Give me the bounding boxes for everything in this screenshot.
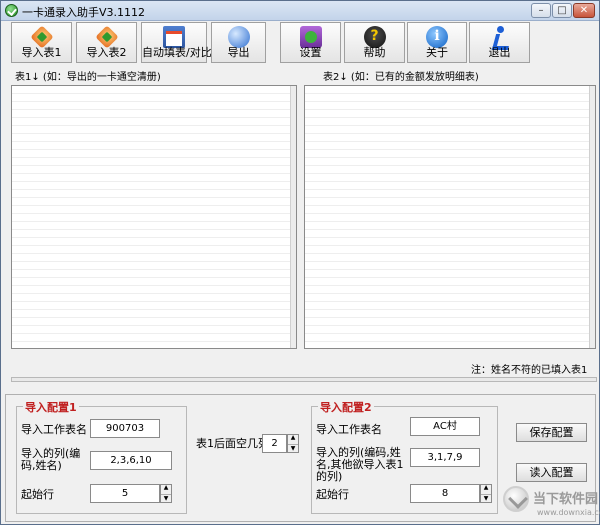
save-config-button[interactable]: 保存配置 xyxy=(516,423,587,442)
app-window: 一卡通录入助手V3.1112 – □ ✕ 导入表1 导入表2 自动填表/对比 导… xyxy=(0,0,600,525)
progress-bar xyxy=(11,377,597,382)
import-table1-label: 导入表1 xyxy=(21,46,62,59)
table1-scrollbar[interactable] xyxy=(290,86,296,348)
watermark-url: www.downxia.com xyxy=(537,508,600,517)
config2-start-spinner[interactable] xyxy=(480,484,492,503)
config2-cols-label: 导入的列(编码,姓名,其他欲导入表1的列) xyxy=(316,446,404,483)
table1-label: 表1↓ (如：导出的一卡通空清册) xyxy=(15,72,161,83)
settings-label: 设置 xyxy=(299,46,322,59)
import-config2-group: 导入配置2 导入工作表名 AC村 导入的列(编码,姓名,其他欲导入表1的列) 3… xyxy=(311,399,498,514)
config1-sheet-input[interactable]: 900703 xyxy=(90,419,160,438)
exit-label: 退出 xyxy=(488,46,511,59)
config2-sheet-input[interactable]: AC村 xyxy=(410,417,480,436)
blank-cols-input[interactable]: 2 xyxy=(262,434,287,453)
maximize-button[interactable]: □ xyxy=(552,3,572,18)
config2-cols-input[interactable]: 3,1,7,9 xyxy=(410,448,480,467)
exit-button[interactable]: 退出 xyxy=(469,22,530,63)
config1-cols-label: 导入的列(编码,姓名) xyxy=(21,447,81,472)
table2-list[interactable] xyxy=(304,85,596,349)
auto-fill-compare-button[interactable]: 自动填表/对比 xyxy=(141,22,212,63)
config1-cols-input[interactable]: 2,3,6,10 xyxy=(90,451,172,470)
watermark: 当下软件园 www.downxia.com xyxy=(503,484,600,522)
title-bar: 一卡通录入助手V3.1112 – □ ✕ xyxy=(1,1,599,21)
import-table2-button[interactable]: 导入表2 xyxy=(76,22,137,63)
config2-start-input[interactable]: 8 xyxy=(410,484,480,503)
export-button[interactable]: 导出 xyxy=(211,22,266,63)
import-config1-group: 导入配置1 导入工作表名 900703 导入的列(编码,姓名) 2,3,6,10… xyxy=(16,399,187,514)
auto-fill-compare-label: 自动填表/对比 xyxy=(142,46,212,59)
export-label: 导出 xyxy=(227,46,250,59)
watermark-logo-icon xyxy=(503,486,529,512)
blank-cols-spinner[interactable] xyxy=(287,434,299,453)
about-label: 关于 xyxy=(426,46,448,59)
config1-title: 导入配置1 xyxy=(23,399,79,415)
mismatch-note: 注：姓名不符的已填入表1 xyxy=(471,365,588,376)
config1-sheet-label: 导入工作表名 xyxy=(21,423,87,436)
window-title: 一卡通录入助手V3.1112 xyxy=(22,6,146,19)
config2-sheet-label: 导入工作表名 xyxy=(316,423,382,436)
help-button[interactable]: 帮助 xyxy=(344,22,405,63)
watermark-text: 当下软件园 xyxy=(533,492,599,507)
table2-scrollbar[interactable] xyxy=(589,86,595,348)
blank-cols-label: 表1后面空几列 xyxy=(196,437,269,450)
toolbar: 导入表1 导入表2 自动填表/对比 导出 设置 帮助 关于 退出 xyxy=(1,22,599,64)
close-button[interactable]: ✕ xyxy=(573,3,595,18)
config2-start-label: 起始行 xyxy=(316,488,349,501)
table1-list[interactable] xyxy=(11,85,297,349)
app-check-icon xyxy=(5,4,18,17)
table2-label: 表2↓ (如：已有的金额发放明细表) xyxy=(323,72,479,83)
config2-title: 导入配置2 xyxy=(318,399,374,415)
load-config-button[interactable]: 读入配置 xyxy=(516,463,587,482)
minimize-button[interactable]: – xyxy=(531,3,551,18)
import-table1-button[interactable]: 导入表1 xyxy=(11,22,72,63)
settings-button[interactable]: 设置 xyxy=(280,22,341,63)
config1-start-input[interactable]: 5 xyxy=(90,484,160,503)
about-button[interactable]: 关于 xyxy=(407,22,467,63)
import-table2-label: 导入表2 xyxy=(86,46,127,59)
help-label: 帮助 xyxy=(363,46,386,59)
config1-start-spinner[interactable] xyxy=(160,484,172,503)
config1-start-label: 起始行 xyxy=(21,488,54,501)
